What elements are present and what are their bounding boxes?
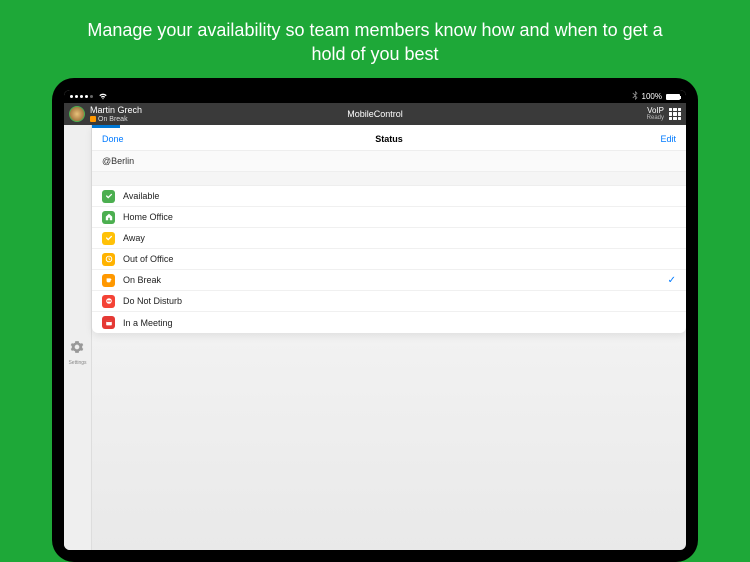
- voip-label: VoIP: [647, 107, 664, 115]
- ios-status-bar: 100%: [64, 90, 686, 103]
- status-row-do-not-disturb[interactable]: Do Not Disturb: [92, 291, 686, 312]
- left-rail: Settings: [64, 125, 92, 550]
- battery-percent: 100%: [642, 92, 662, 101]
- status-row-out-of-office[interactable]: Out of Office: [92, 249, 686, 270]
- cup-icon: [102, 274, 115, 287]
- status-row-on-break[interactable]: On Break ✓: [92, 270, 686, 291]
- bluetooth-icon: [632, 91, 638, 102]
- tablet-frame: 100% Martin Grech On Break MobileControl…: [52, 78, 698, 562]
- status-row-in-a-meeting[interactable]: In a Meeting: [92, 312, 686, 333]
- status-label: In a Meeting: [123, 318, 173, 328]
- voip-indicator[interactable]: VoIP Ready: [647, 107, 664, 121]
- panel-title: Status: [375, 134, 403, 144]
- voip-state: Ready: [647, 115, 664, 121]
- sidebar-item-settings[interactable]: Settings: [68, 340, 86, 366]
- app-header: Martin Grech On Break MobileControl VoIP…: [64, 103, 686, 125]
- status-list: Available Home Office Away: [92, 186, 686, 333]
- status-label: Away: [123, 233, 145, 243]
- sidebar-item-label: Settings: [68, 360, 86, 366]
- avatar[interactable]: [69, 106, 85, 122]
- status-row-available[interactable]: Available: [92, 186, 686, 207]
- panel-header: Done Status Edit: [92, 128, 686, 150]
- status-panel: Done Status Edit @Berlin Available: [92, 125, 686, 333]
- user-status-text: On Break: [98, 116, 128, 123]
- done-button[interactable]: Done: [102, 134, 124, 144]
- apps-grid-icon[interactable]: [669, 108, 681, 120]
- app-title: MobileControl: [347, 109, 403, 119]
- location-text: @Berlin: [102, 156, 134, 166]
- status-label: On Break: [123, 275, 161, 285]
- signal-indicator: [70, 92, 108, 102]
- location-row[interactable]: @Berlin: [92, 150, 686, 172]
- check-icon: [102, 232, 115, 245]
- selected-check-icon: ✓: [668, 275, 676, 286]
- minus-icon: [102, 295, 115, 308]
- check-icon: [102, 190, 115, 203]
- status-label: Out of Office: [123, 254, 173, 264]
- user-block[interactable]: Martin Grech On Break: [90, 106, 142, 123]
- screen: 100% Martin Grech On Break MobileControl…: [64, 90, 686, 550]
- status-label: Do Not Disturb: [123, 296, 182, 306]
- wifi-icon: [98, 92, 108, 102]
- status-label: Home Office: [123, 212, 173, 222]
- gear-icon: [70, 340, 84, 359]
- status-color-icon: [90, 116, 96, 122]
- status-row-away[interactable]: Away: [92, 228, 686, 249]
- edit-button[interactable]: Edit: [660, 134, 676, 144]
- calendar-icon: [102, 316, 115, 329]
- status-row-home-office[interactable]: Home Office: [92, 207, 686, 228]
- status-label: Available: [123, 191, 159, 201]
- battery-icon: [666, 94, 680, 100]
- home-icon: [102, 211, 115, 224]
- section-spacer: [92, 172, 686, 186]
- user-name: Martin Grech: [90, 106, 142, 115]
- promo-text: Manage your availability so team members…: [0, 0, 750, 85]
- clock-icon: [102, 253, 115, 266]
